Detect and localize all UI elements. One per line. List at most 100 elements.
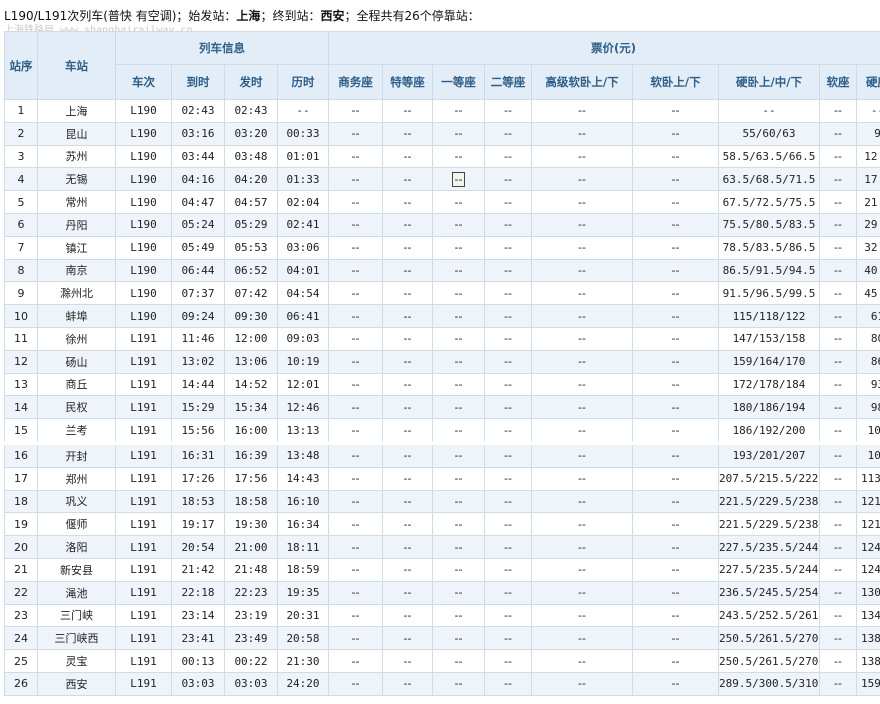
header-col-special: 特等座: [382, 64, 433, 100]
arrival-cell: 20:54: [171, 535, 225, 559]
first-fare-cell: --: [432, 557, 485, 582]
special-fare-cell: --: [382, 99, 433, 123]
departure-cell: 15:34: [224, 395, 278, 420]
hard-sleeper-fare-cell: 75.5/80.5/83.5: [718, 212, 820, 237]
station-no-cell: 21: [4, 557, 38, 582]
station-cell: 昆山: [37, 121, 116, 146]
first-fare-cell: --: [432, 349, 485, 374]
special-fare-cell: --: [382, 212, 433, 237]
first-fare-cell: --: [432, 489, 485, 514]
train-cell: L190: [115, 121, 172, 146]
soft-sleeper-fare-cell: --: [632, 144, 719, 169]
hard-seat-fare-cell: 98: [855, 395, 880, 420]
soft-sleeper-fare-cell: --: [632, 235, 719, 260]
arrival-cell: 09:24: [171, 304, 225, 328]
hard-sleeper-fare-cell: 180/186/194: [718, 395, 820, 420]
dest-label: ；终到站：: [260, 9, 321, 23]
station-cell: 西安: [37, 671, 116, 696]
station-cell: 南京: [37, 258, 116, 283]
station-no-cell: 18: [4, 489, 38, 514]
station-no-cell: 6: [4, 212, 38, 237]
hard-sleeper-fare-cell: 147/153/158: [718, 326, 820, 351]
special-fare-cell: --: [382, 671, 433, 696]
departure-cell: 00:22: [224, 649, 278, 673]
duration-cell: 13:13: [277, 418, 329, 444]
second-fare-cell: --: [484, 557, 532, 582]
first-fare-cell: --: [432, 258, 485, 283]
station-no-cell: 11: [4, 326, 38, 351]
departure-cell: 03:03: [224, 671, 278, 696]
business-fare-cell: --: [328, 489, 383, 514]
table-row: 12 砀山 L191 13:02 13:06 10:19 -- -- -- -- -- -- 159/1…: [4, 349, 880, 374]
deluxe-soft-sleeper-fare-cell: --: [531, 304, 633, 328]
hard-sleeper-fare-cell: 67.5/72.5/75.5: [718, 190, 820, 214]
station-cell: 镇江: [37, 235, 116, 260]
second-fare-cell: --: [484, 121, 532, 146]
business-fare-cell: --: [328, 304, 383, 328]
duration-cell: 18:11: [277, 535, 329, 559]
soft-sleeper-fare-cell: --: [632, 440, 719, 468]
deluxe-soft-sleeper-fare-cell: --: [531, 671, 633, 696]
arrival-cell: 03:03: [171, 671, 225, 696]
station-cell: 灵宝: [37, 649, 116, 673]
soft-seat-fare-cell: --: [819, 372, 857, 397]
selected-cell-marker[interactable]: --: [451, 171, 466, 187]
business-fare-cell: --: [328, 395, 383, 420]
hard-sleeper-fare-cell: 159/164/170: [718, 349, 820, 374]
soft-seat-fare-cell: --: [819, 535, 857, 559]
soft-sleeper-fare-cell: --: [632, 281, 719, 306]
soft-seat-fare-cell: --: [819, 349, 857, 374]
table-row: 11 徐州 L191 11:46 12:00 09:03 -- -- -- -- -- -- 147/1…: [4, 326, 880, 351]
hard-seat-fare-cell: 80: [855, 326, 880, 351]
business-fare-cell: --: [328, 671, 383, 696]
hard-seat-fare-cell: 32.5: [855, 235, 880, 260]
deluxe-soft-sleeper-fare-cell: --: [531, 649, 633, 673]
table-row: 22 渑池 L191 22:18 22:23 19:35 -- -- -- -- -- -- 236.5…: [4, 580, 880, 605]
deluxe-soft-sleeper-fare-cell: --: [531, 349, 633, 374]
station-no-cell: 8: [4, 258, 38, 283]
soft-sleeper-fare-cell: --: [632, 557, 719, 582]
station-cell: 滁州北: [37, 281, 116, 306]
departure-cell: 06:52: [224, 258, 278, 283]
timetable-body: 1上海L19002:4302:43--------------------2昆山…: [4, 99, 880, 696]
station-no-cell: 15: [4, 418, 38, 444]
business-fare-cell: --: [328, 557, 383, 582]
second-fare-cell: --: [484, 281, 532, 306]
duration-cell: 02:41: [277, 212, 329, 237]
second-fare-cell: --: [484, 535, 532, 559]
first-fare-cell: --: [432, 121, 485, 146]
table-row: 4 无锡 L190 04:16 04:20 01:33 -- -- -- -- -- -- 63.5/6…: [4, 167, 880, 192]
first-fare-cell: --: [432, 167, 485, 192]
header-col-hard-sleeper: 硬卧上/中/下: [718, 64, 820, 100]
arrival-cell: 11:46: [171, 326, 225, 351]
deluxe-soft-sleeper-fare-cell: --: [531, 99, 633, 123]
table-row: 16 开封 L191 16:31 16:39 13:48 -- -- -- -- -- -- 193/2…: [4, 440, 880, 468]
departure-cell: 17:56: [224, 466, 278, 491]
soft-sleeper-fare-cell: --: [632, 99, 719, 123]
table-row: 14 民权 L191 15:29 15:34 12:46 -- -- -- -- -- -- 180/1…: [4, 395, 880, 420]
special-fare-cell: --: [382, 326, 433, 351]
station-cell: 民权: [37, 395, 116, 420]
station-no-cell: 7: [4, 235, 38, 260]
duration-cell: 18:59: [277, 557, 329, 582]
first-fare-cell: --: [432, 535, 485, 559]
departure-cell: 04:20: [224, 167, 278, 192]
soft-seat-fare-cell: --: [819, 440, 857, 468]
departure-cell: 09:30: [224, 304, 278, 328]
hard-seat-fare-cell: 21.5: [855, 190, 880, 214]
train-cell: L191: [115, 535, 172, 559]
train-cell: L190: [115, 281, 172, 306]
station-cell: 新安县: [37, 557, 116, 582]
table-row: 7 镇江 L190 05:49 05:53 03:06 -- -- -- -- -- -- 78.5/8…: [4, 235, 880, 260]
table-row: 19 偃师 L191 19:17 19:30 16:34 -- -- -- -- -- -- 221.5…: [4, 512, 880, 537]
second-fare-cell: --: [484, 649, 532, 673]
deluxe-soft-sleeper-fare-cell: --: [531, 212, 633, 237]
deluxe-soft-sleeper-fare-cell: --: [531, 190, 633, 214]
hard-sleeper-fare-cell: 227.5/235.5/244.: [718, 535, 820, 559]
arrival-cell: 05:49: [171, 235, 225, 260]
table-row: 17 郑州 L191 17:26 17:56 14:43 -- -- -- -- -- -- 207.5…: [4, 466, 880, 491]
train-cell: L190: [115, 304, 172, 328]
arrival-cell: 05:24: [171, 212, 225, 237]
first-fare-cell: --: [432, 395, 485, 420]
deluxe-soft-sleeper-fare-cell: --: [531, 326, 633, 351]
